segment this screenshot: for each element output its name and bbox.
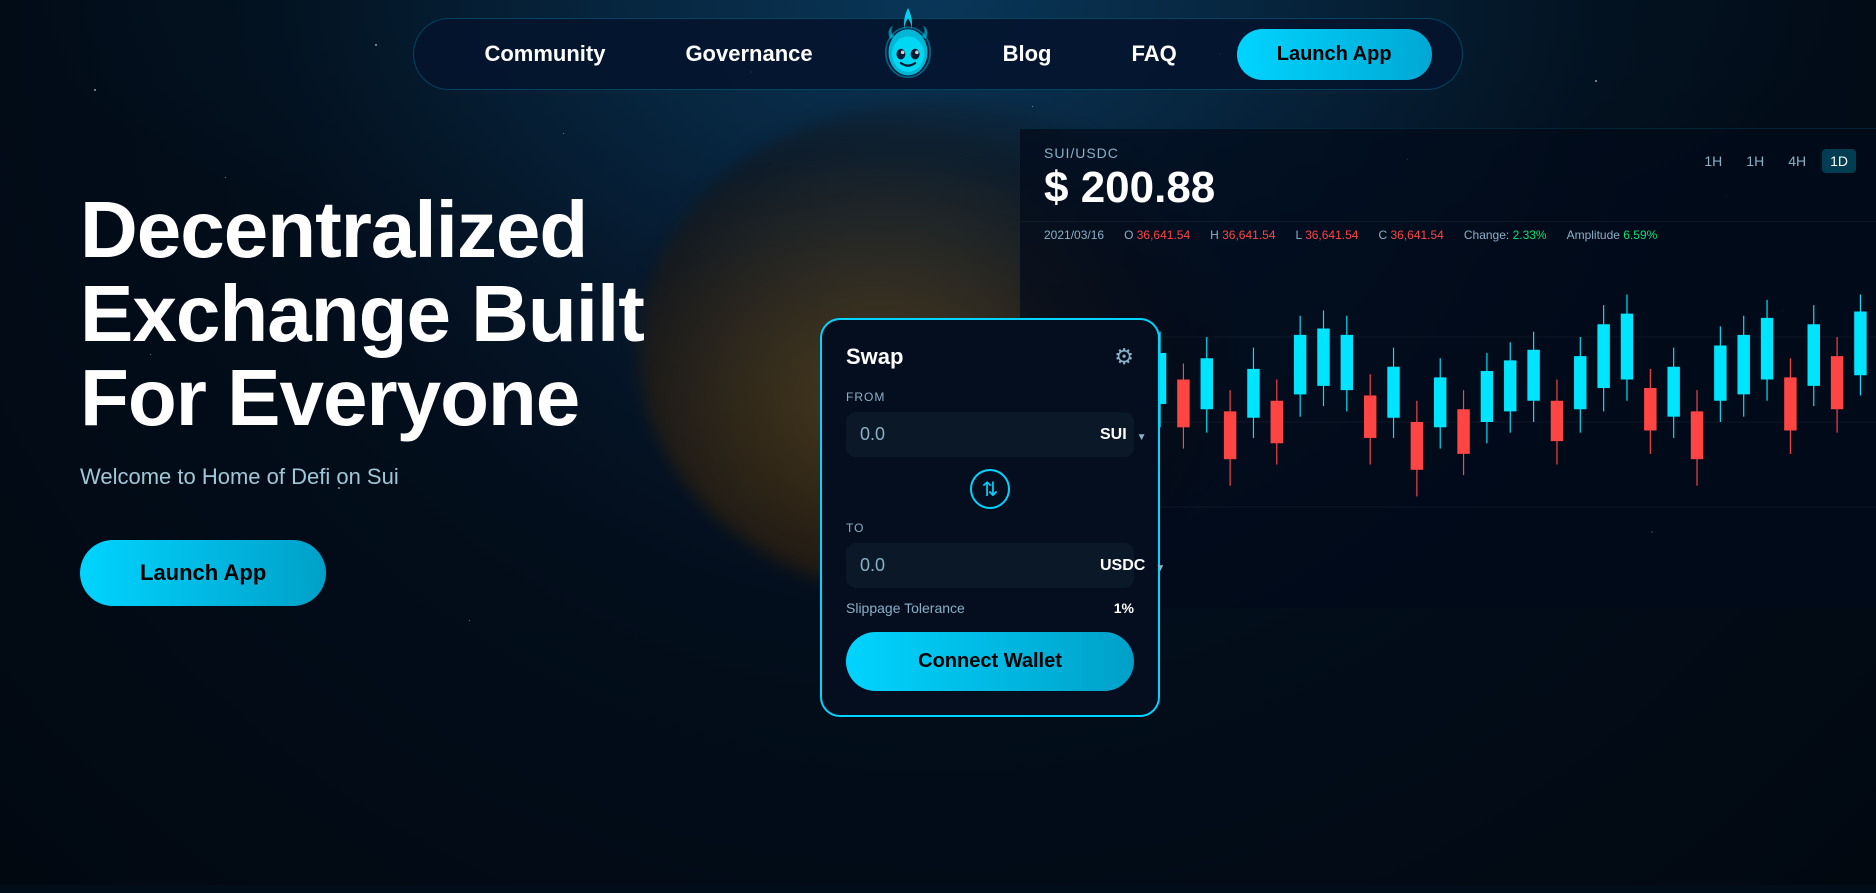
chart-date: 2021/03/16 bbox=[1044, 228, 1104, 242]
nav-logo bbox=[853, 14, 963, 94]
slippage-label: Slippage Tolerance bbox=[846, 600, 965, 616]
from-token-arrow bbox=[1133, 427, 1147, 443]
chart-time-buttons: 1H 1H 4H 1D bbox=[1696, 149, 1856, 173]
to-label: TO bbox=[846, 521, 1134, 535]
swap-widget: Swap ⚙ FROM SUI ⇅ TO USDC bbox=[820, 318, 1160, 717]
launch-app-button-hero[interactable]: Launch App bbox=[80, 540, 326, 606]
chart-open: O 36,641.54 bbox=[1124, 228, 1190, 242]
swap-title: Swap bbox=[846, 344, 903, 370]
from-token-selector[interactable]: SUI bbox=[1100, 426, 1147, 444]
chart-amplitude: Amplitude 6.59% bbox=[1567, 228, 1658, 242]
time-btn-1h[interactable]: 1H bbox=[1738, 149, 1772, 173]
slippage-value: 1% bbox=[1114, 600, 1134, 616]
chart-change: Change: 2.33% bbox=[1464, 228, 1547, 242]
from-label: FROM bbox=[846, 390, 1134, 404]
from-amount-input[interactable] bbox=[860, 424, 1092, 445]
swap-header: Swap ⚙ bbox=[846, 344, 1134, 370]
from-token-label: SUI bbox=[1100, 426, 1127, 444]
chart-close: C 36,641.54 bbox=[1378, 228, 1443, 242]
to-amount-input[interactable] bbox=[860, 555, 1092, 576]
nav-community[interactable]: Community bbox=[444, 41, 645, 67]
nav-governance[interactable]: Governance bbox=[645, 41, 852, 67]
settings-icon[interactable]: ⚙ bbox=[1114, 344, 1134, 370]
time-btn-4h[interactable]: 4H bbox=[1780, 149, 1814, 173]
chart-low: L 36,641.54 bbox=[1296, 228, 1359, 242]
hero-left: Decentralized Exchange Built For Everyon… bbox=[80, 128, 760, 606]
nav-blog[interactable]: Blog bbox=[963, 41, 1092, 67]
to-token-arrow bbox=[1151, 558, 1165, 574]
to-token-label: USDC bbox=[1100, 557, 1145, 575]
to-token-selector[interactable]: USDC bbox=[1100, 557, 1165, 575]
hero-title: Decentralized Exchange Built For Everyon… bbox=[80, 188, 760, 440]
hero-section: Decentralized Exchange Built For Everyon… bbox=[0, 108, 1876, 893]
from-input-row: SUI bbox=[846, 412, 1134, 457]
nav-faq[interactable]: FAQ bbox=[1092, 41, 1217, 67]
flame-icon bbox=[873, 0, 943, 79]
launch-app-button-nav[interactable]: Launch App bbox=[1237, 29, 1432, 80]
hero-right: SUI/USDC $ 200.88 1H 1H 4H 1D 2021/03/16… bbox=[820, 128, 1796, 893]
connect-wallet-button[interactable]: Connect Wallet bbox=[846, 632, 1134, 691]
navigation: Community Governance bbox=[0, 0, 1876, 108]
chart-header: SUI/USDC $ 200.88 bbox=[1020, 129, 1876, 221]
chart-stats: 2021/03/16 O 36,641.54 H 36,641.54 L 36,… bbox=[1020, 221, 1876, 248]
swap-direction-button[interactable]: ⇅ bbox=[970, 469, 1010, 509]
time-btn-1h-first[interactable]: 1H bbox=[1696, 149, 1730, 173]
nav-bar: Community Governance bbox=[413, 18, 1462, 90]
hero-subtitle: Welcome to Home of Defi on Sui bbox=[80, 464, 760, 490]
to-input-row: USDC bbox=[846, 543, 1134, 588]
slippage-row: Slippage Tolerance 1% bbox=[846, 600, 1134, 616]
chart-high: H 36,641.54 bbox=[1210, 228, 1275, 242]
time-btn-1d[interactable]: 1D bbox=[1822, 149, 1856, 173]
